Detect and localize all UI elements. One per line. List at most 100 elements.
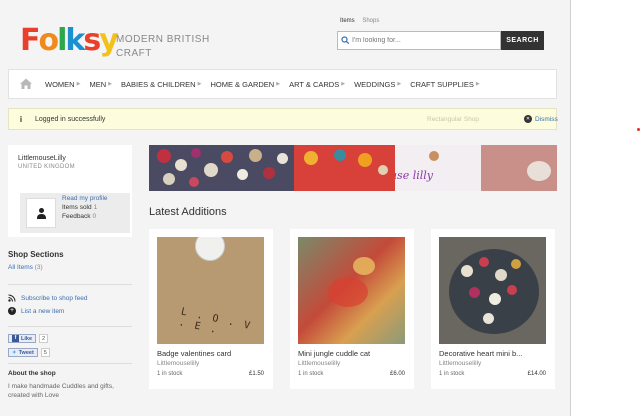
subscribe-feed-link[interactable]: Subscribe to shop feed xyxy=(8,294,88,302)
search-tab-items[interactable]: Items xyxy=(340,18,355,24)
logo-letter: F xyxy=(20,22,40,58)
list-new-item-link[interactable]: + List a new item xyxy=(8,307,64,315)
nav-label: MEN xyxy=(89,79,107,89)
button-decoration xyxy=(263,167,275,179)
fabric-decoration xyxy=(328,277,368,307)
product-name[interactable]: Mini jungle cuddle cat xyxy=(298,349,370,358)
banner-buttons-image xyxy=(149,145,294,191)
avatar-head xyxy=(39,208,44,213)
product-price: £1.50 xyxy=(248,371,264,377)
button-decoration xyxy=(469,287,480,298)
about-title: About the shop xyxy=(8,370,56,377)
home-icon[interactable] xyxy=(19,77,35,91)
avatar[interactable] xyxy=(26,198,56,228)
tweet-count: 5 xyxy=(40,348,50,357)
profile-panel: LittlemouseLilly UNITED KINGDOM Read my … xyxy=(8,145,132,237)
divider xyxy=(8,326,132,327)
logo-letter: k xyxy=(65,22,85,58)
nav-item-home-garden[interactable]: HOME & GARDEN ▶ xyxy=(210,80,280,89)
about-text: I make handmade Cuddles and gifts, creat… xyxy=(8,383,114,399)
divider xyxy=(8,284,132,285)
button-decoration xyxy=(378,165,388,175)
rss-icon xyxy=(8,294,16,302)
fabric-decoration xyxy=(353,257,375,275)
chevron-right-icon: ▶ xyxy=(76,81,81,87)
banner-felt-image xyxy=(294,145,395,191)
product-name[interactable]: Badge valentines card xyxy=(157,349,231,358)
button-decoration xyxy=(483,313,494,324)
product-name[interactable]: Decorative heart mini b... xyxy=(439,349,522,358)
nav-item-women[interactable]: WOMEN ▶ xyxy=(45,80,80,89)
tweet-button[interactable]: ✦ Tweet xyxy=(8,348,38,357)
items-sold-count: 1 xyxy=(93,204,98,211)
button-decoration xyxy=(157,149,171,163)
button-decoration xyxy=(204,163,218,177)
chevron-right-icon: ▶ xyxy=(197,81,202,87)
feedback-stat: Feedback 0 xyxy=(62,213,96,220)
folksy-logo[interactable]: F o l k s y xyxy=(20,22,119,58)
nav-item-men[interactable]: MEN ▶ xyxy=(89,80,112,89)
product-card[interactable]: Decorative heart mini b... Littlemouseli… xyxy=(431,229,555,389)
product-image-text: L . O . V . E . xyxy=(177,306,253,337)
chevron-right-icon: ▶ xyxy=(475,81,480,87)
product-image[interactable] xyxy=(439,237,546,344)
nav-item-weddings[interactable]: WEDDINGS ▶ xyxy=(354,80,401,89)
button-decoration xyxy=(495,269,507,281)
nav-label: HOME & GARDEN xyxy=(210,79,275,89)
category-nav: WOMEN ▶ MEN ▶ BABIES & CHILDREN ▶ HOME & GA… xyxy=(8,69,557,99)
button-decoration xyxy=(221,151,233,163)
all-items-count: (3) xyxy=(34,264,43,271)
list-new-label: List a new item xyxy=(21,307,65,315)
all-items-link[interactable]: All Items (3) xyxy=(8,264,43,271)
product-price: £6.00 xyxy=(389,371,405,377)
facebook-like-button[interactable]: f Like xyxy=(8,334,37,343)
product-card[interactable]: Mini jungle cuddle cat Littlemouselilly … xyxy=(290,229,414,389)
nav-label: ART & CARDS xyxy=(289,79,340,89)
shop-sections-title: Shop Sections xyxy=(8,250,64,259)
plus-icon: + xyxy=(8,307,16,315)
tweet-widget: ✦ Tweet 5 xyxy=(8,348,50,357)
button-decoration xyxy=(249,149,262,162)
facebook-icon: f xyxy=(12,335,19,342)
logo-letter: s xyxy=(83,22,101,58)
nav-item-babies-children[interactable]: BABIES & CHILDREN ▶ xyxy=(121,80,201,89)
heart-decoration xyxy=(449,249,539,334)
logo-letter: l xyxy=(57,22,67,58)
twitter-icon: ✦ xyxy=(12,349,17,356)
button-decoration xyxy=(163,173,175,185)
product-image[interactable]: L . O . V . E . xyxy=(157,237,264,344)
badge-decoration xyxy=(195,237,225,261)
search-button[interactable]: SEARCH xyxy=(501,31,544,50)
button-decoration xyxy=(334,149,346,161)
avatar-body xyxy=(37,214,46,219)
search-tab-shops[interactable]: Shops xyxy=(362,18,379,24)
button-decoration xyxy=(358,153,372,167)
logo-letter: y xyxy=(99,22,119,58)
button-decoration xyxy=(527,161,551,181)
items-sold-label: Items sold xyxy=(62,204,92,211)
subscribe-label: Subscribe to shop feed xyxy=(21,294,88,302)
product-card[interactable]: L . O . V . E . Badge valentines card Li… xyxy=(149,229,273,389)
product-image[interactable] xyxy=(298,237,405,344)
nav-item-craft-supplies[interactable]: CRAFT SUPPLIES ▶ xyxy=(410,80,480,89)
page: F o l k s y MODERN BRITISH CRAFT Items S… xyxy=(0,0,570,416)
facebook-like: f Like 2 xyxy=(8,334,49,343)
button-decoration xyxy=(507,285,517,295)
dismiss-button[interactable]: ✕ Dismiss xyxy=(524,115,558,123)
info-icon: i xyxy=(19,114,23,124)
search-input[interactable] xyxy=(352,37,492,44)
all-items-label: All Items xyxy=(8,264,33,271)
button-decoration xyxy=(304,151,318,165)
tagline: MODERN BRITISH CRAFT xyxy=(116,34,210,59)
banner-photo-image xyxy=(481,145,557,191)
button-decoration xyxy=(175,159,187,171)
banner-script-text: littlemouse lilly xyxy=(395,169,433,182)
latest-additions-title: Latest Additions xyxy=(149,206,227,218)
profile-card: Read my profile Items sold 1 Feedback 0 xyxy=(20,193,130,233)
logo-letter: o xyxy=(38,22,60,58)
chevron-right-icon: ▶ xyxy=(276,81,281,87)
nav-item-art-cards[interactable]: ART & CARDS ▶ xyxy=(289,80,345,89)
nav-label: WEDDINGS xyxy=(354,79,396,89)
read-profile-link[interactable]: Read my profile xyxy=(62,195,108,202)
feedback-label: Feedback xyxy=(62,213,91,220)
